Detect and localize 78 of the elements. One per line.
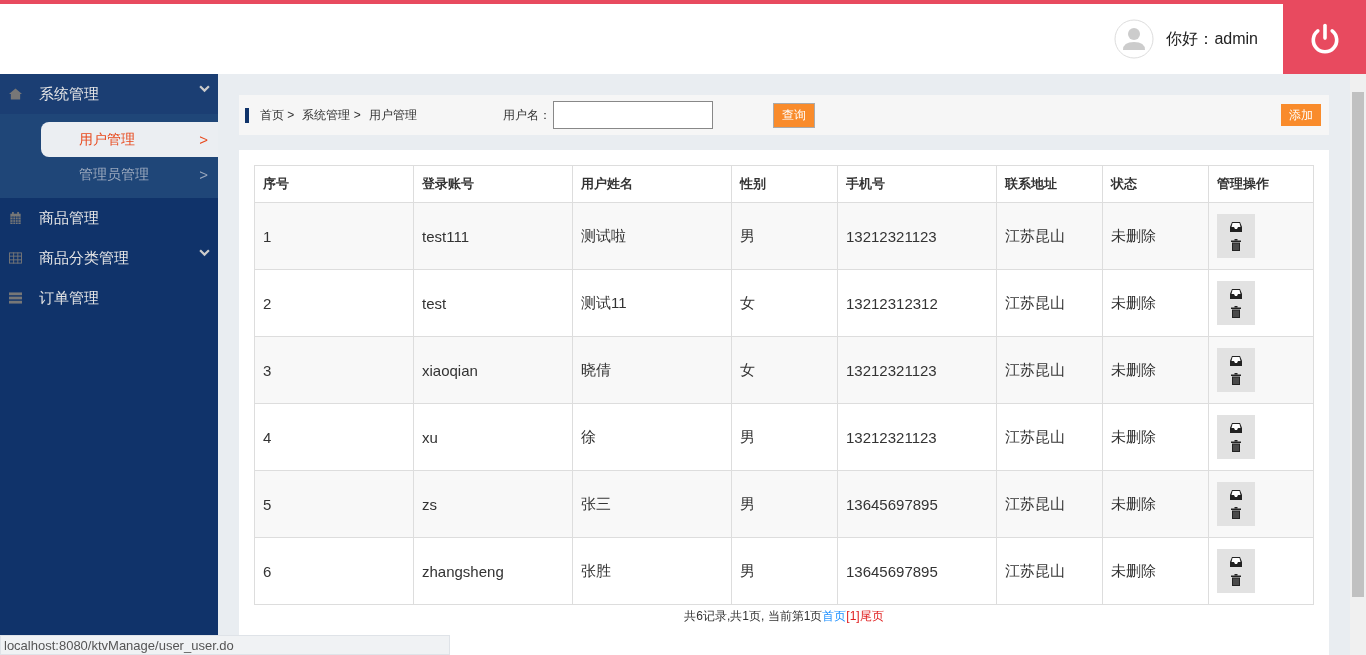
menu-item[interactable]: 商品管理	[0, 198, 218, 238]
table-cell: 江苏昆山	[996, 470, 1103, 538]
table-cell: 江苏昆山	[996, 202, 1103, 270]
delete-button[interactable]	[1230, 504, 1242, 522]
greeting-text: 你好：admin	[1166, 28, 1258, 49]
column-header: 用户姓名	[572, 165, 732, 203]
table-cell: 5	[254, 470, 414, 538]
delete-button[interactable]	[1230, 571, 1242, 589]
table-cell: 张胜	[572, 537, 732, 605]
table-cell: 未删除	[1102, 537, 1209, 605]
delete-button[interactable]	[1230, 303, 1242, 321]
table-cell: 江苏昆山	[996, 403, 1103, 471]
table-cell: 4	[254, 403, 414, 471]
table-cell: 测试啦	[572, 202, 732, 270]
avatar-icon	[1114, 19, 1155, 59]
table-cell: 13645697895	[837, 470, 997, 538]
table-cell: 6	[254, 537, 414, 605]
table-cell: xiaoqian	[413, 336, 573, 404]
table-cell: 13645697895	[837, 537, 997, 605]
table-cell: 2	[254, 269, 414, 337]
username-label: 用户名：	[503, 106, 551, 124]
menu-item[interactable]: 系统管理	[0, 74, 218, 114]
logout-button[interactable]	[1283, 4, 1366, 74]
column-header: 手机号	[837, 165, 997, 203]
column-header: 联系地址	[996, 165, 1103, 203]
delete-button[interactable]	[1230, 437, 1242, 455]
column-header: 性别	[731, 165, 838, 203]
table-cell: 1	[254, 202, 414, 270]
pagination-summary: 共6记录,共1页, 当前第1页	[684, 609, 823, 623]
home-icon	[9, 88, 22, 100]
table-cell: xu	[413, 403, 573, 471]
table-cell: zhangsheng	[413, 537, 573, 605]
table-cell: test	[413, 269, 573, 337]
table-cell: 江苏昆山	[996, 336, 1103, 404]
column-header: 状态	[1102, 165, 1209, 203]
table-cell: 测试11	[572, 269, 732, 337]
table-cell: 未删除	[1102, 336, 1209, 404]
table-cell: zs	[413, 470, 573, 538]
table-cell: 晓倩	[572, 336, 732, 404]
status-bar-url: localhost:8080/ktvManage/user_user.do	[0, 635, 450, 655]
table-cell: 13212321123	[837, 403, 997, 471]
menu-item[interactable]: 订单管理	[0, 278, 218, 318]
table-cell: 13212321123	[837, 202, 997, 270]
scrollbar[interactable]	[1350, 74, 1366, 655]
table-icon	[9, 252, 22, 264]
delete-button[interactable]	[1230, 370, 1242, 388]
column-header: 序号	[254, 165, 414, 203]
column-header: 管理操作	[1208, 165, 1314, 203]
submenu-item[interactable]: 管理员管理 >	[41, 157, 218, 192]
table-cell: 未删除	[1102, 269, 1209, 337]
table-cell: 13212312312	[837, 269, 997, 337]
table-cell: 张三	[572, 470, 732, 538]
table-cell: 女	[731, 336, 838, 404]
menu-item[interactable]: 商品分类管理	[0, 238, 218, 278]
table-cell: 13212321123	[837, 336, 997, 404]
table-cell: 未删除	[1102, 403, 1209, 471]
breadcrumb-item[interactable]: 系统管理 >	[302, 106, 361, 124]
delete-button[interactable]	[1230, 236, 1242, 254]
table-cell: 徐	[572, 403, 732, 471]
breadcrumb-item[interactable]: 用户管理	[368, 106, 417, 124]
list-icon	[9, 292, 22, 304]
table-cell: 未删除	[1102, 470, 1209, 538]
table-cell: 男	[731, 470, 838, 538]
table-cell: 未删除	[1102, 202, 1209, 270]
page-link[interactable]: [1]	[846, 609, 860, 623]
table-cell: 男	[731, 537, 838, 605]
table-cell: test111	[413, 202, 573, 270]
table-cell: 江苏昆山	[996, 269, 1103, 337]
username-input[interactable]	[553, 101, 713, 129]
table-cell: 女	[731, 269, 838, 337]
column-header: 登录账号	[413, 165, 573, 203]
last-page-link[interactable]: 尾页	[859, 609, 884, 623]
calendar-icon	[9, 212, 22, 224]
table-cell: 男	[731, 403, 838, 471]
table-cell: 男	[731, 202, 838, 270]
breadcrumb-item[interactable]: 首页 >	[260, 106, 295, 124]
table-cell: 江苏昆山	[996, 537, 1103, 605]
table-cell: 3	[254, 336, 414, 404]
